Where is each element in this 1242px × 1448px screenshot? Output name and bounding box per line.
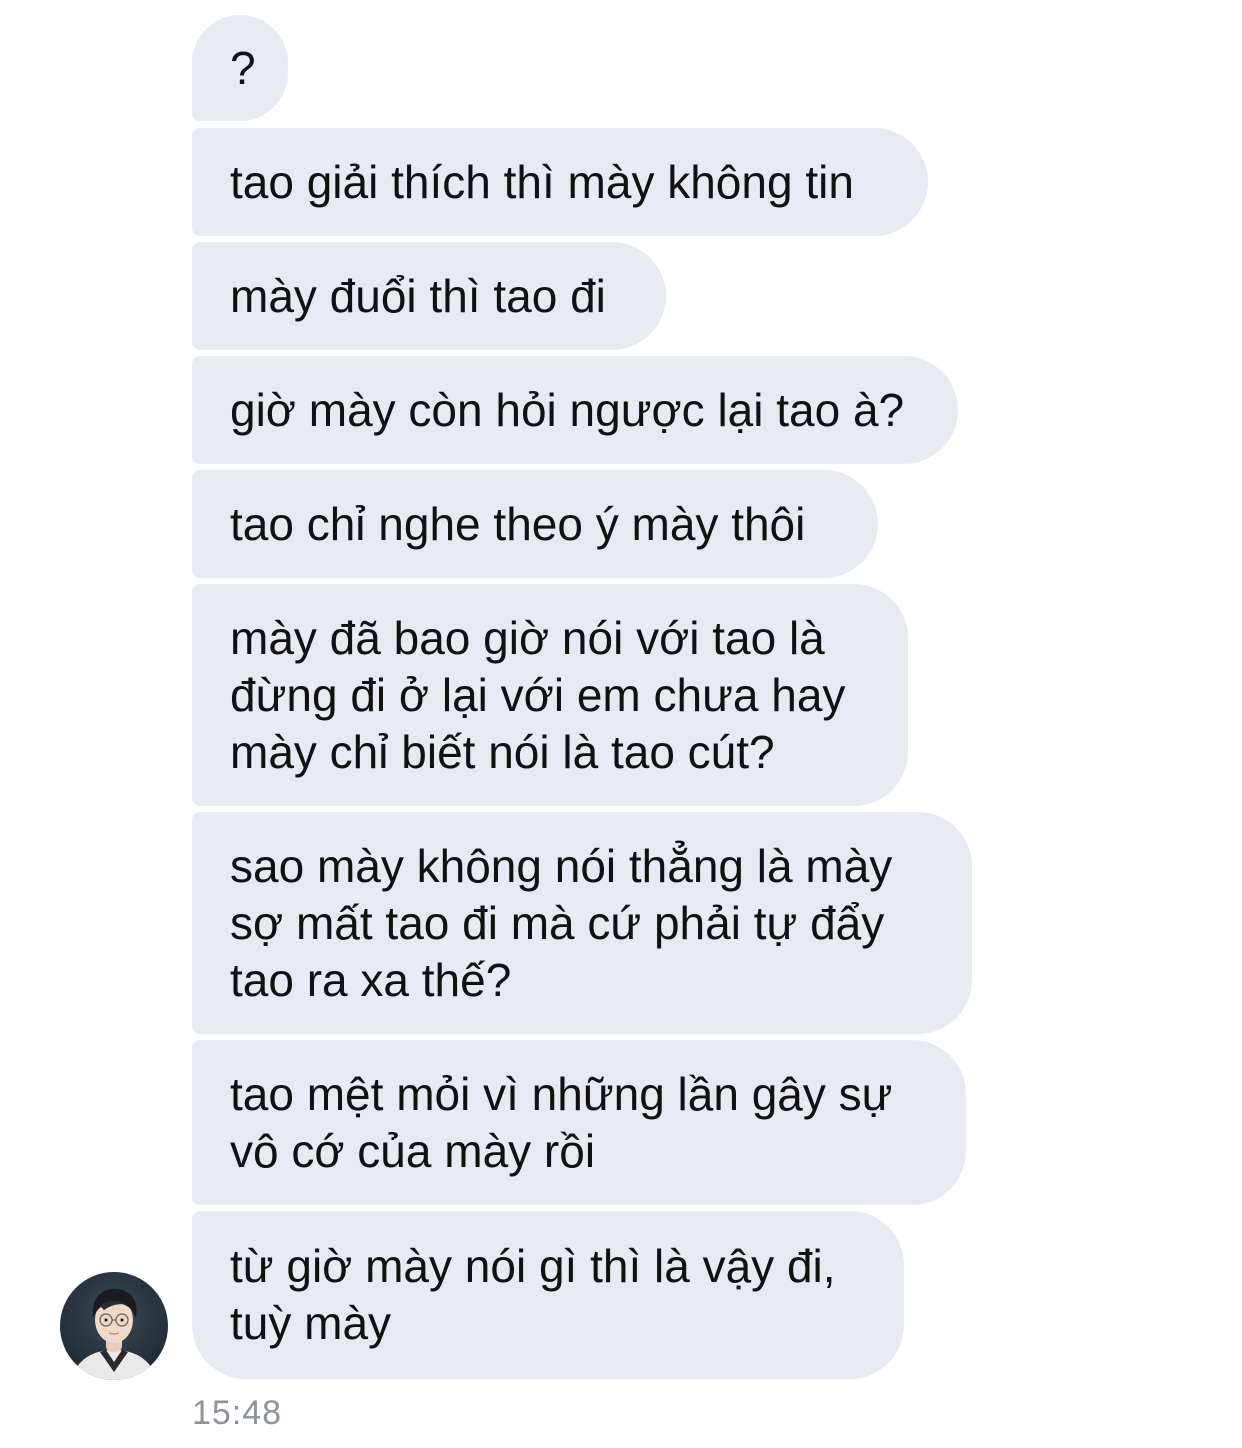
message-bubble[interactable]: từ giờ mày nói gì thì là vậy đi, tuỳ mày (192, 1211, 904, 1379)
message-bubble[interactable]: ? (192, 15, 288, 121)
message-bubble[interactable]: tao giải thích thì mày không tin (192, 128, 928, 236)
profile-avatar[interactable] (60, 1272, 168, 1380)
message-text: từ giờ mày nói gì thì là vậy đi, tuỳ mày (230, 1240, 836, 1349)
message-text: mày đuổi thì tao đi (230, 269, 606, 322)
message-timestamp: 15:48 (192, 1394, 283, 1432)
message-text: mày đã bao giờ nói với tao là đừng đi ở … (230, 611, 846, 778)
message-text: tao mệt mỏi vì những lần gây sự vô cớ củ… (230, 1067, 893, 1177)
message-text: tao chỉ nghe theo ý mày thôi (230, 497, 806, 550)
message-text: giờ mày còn hỏi ngược lại tao à? (230, 383, 905, 436)
message-text: ? (230, 41, 256, 94)
avatar-portrait-icon (60, 1272, 168, 1380)
message-text: tao giải thích thì mày không tin (230, 155, 854, 208)
message-text: sao mày không nói thẳng là mày sợ mất ta… (230, 839, 893, 1006)
message-bubble[interactable]: giờ mày còn hỏi ngược lại tao à? (192, 356, 958, 464)
message-bubble[interactable]: sao mày không nói thẳng là mày sợ mất ta… (192, 812, 972, 1034)
message-bubble[interactable]: tao mệt mỏi vì những lần gây sự vô cớ củ… (192, 1040, 966, 1205)
message-bubble[interactable]: mày đuổi thì tao đi (192, 242, 666, 350)
message-bubble[interactable]: mày đã bao giờ nói với tao là đừng đi ở … (192, 584, 908, 806)
message-bubble[interactable]: tao chỉ nghe theo ý mày thôi (192, 470, 878, 578)
